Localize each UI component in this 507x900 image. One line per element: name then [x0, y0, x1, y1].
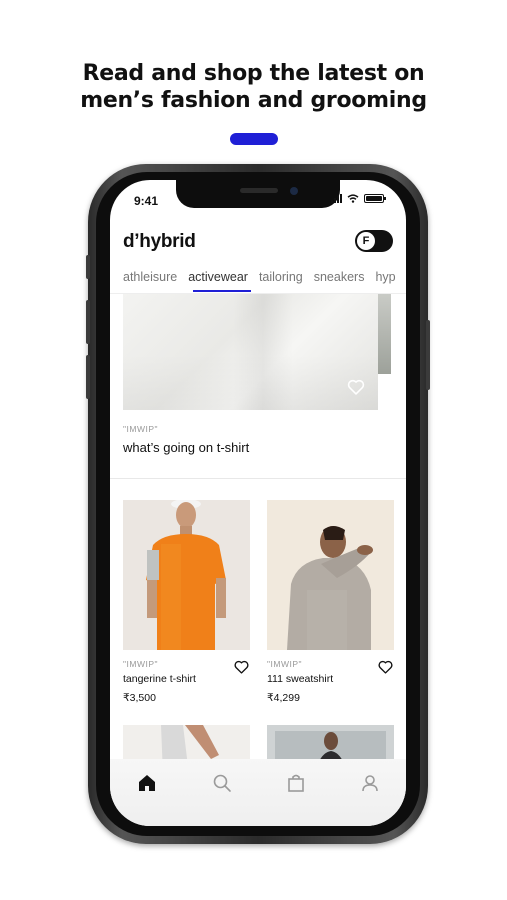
product-brand-tag: "IMWIP" [267, 659, 303, 669]
next-featured-image-peek[interactable] [378, 294, 391, 374]
section-divider [110, 478, 406, 479]
phone-volume-down [86, 355, 90, 399]
headline-line-2: men’s fashion and grooming [80, 88, 427, 113]
profile-icon[interactable] [359, 772, 381, 794]
gender-toggle[interactable]: F [355, 230, 393, 252]
tab-activewear[interactable]: activewear [188, 270, 248, 284]
battery-icon [364, 194, 386, 203]
tangerine-tshirt-illustration [123, 500, 250, 650]
phone-power-button [426, 320, 430, 390]
search-icon[interactable] [211, 772, 233, 794]
heart-icon[interactable] [234, 660, 249, 674]
tab-sneakers[interactable]: sneakers [314, 270, 365, 284]
featured-title[interactable]: what’s going on t-shirt [123, 440, 249, 455]
category-tabs: athleisure activewear tailoring sneakers hyp [123, 270, 406, 284]
app-screen: 9:41 d’hybrid F athleisure activewear tail… [110, 180, 406, 826]
accent-bar [230, 133, 278, 145]
home-icon[interactable] [136, 772, 158, 794]
active-tab-indicator [193, 290, 251, 292]
heart-icon[interactable] [378, 660, 393, 674]
status-icons [331, 194, 386, 203]
bottom-navigation [110, 759, 406, 826]
app-logo[interactable]: d’hybrid [123, 231, 196, 253]
sweatshirt-illustration [267, 500, 394, 650]
featured-product-image[interactable] [123, 294, 378, 410]
product-price: ₹3,500 [123, 692, 156, 704]
featured-brand-tag: "IMWIP" [123, 424, 159, 434]
phone-mute-switch [86, 255, 90, 279]
tab-hype[interactable]: hyp [375, 270, 395, 284]
signal-icon [331, 194, 342, 203]
promo-headline: Read and shop the latest on men’s fashio… [0, 60, 507, 114]
phone-volume-up [86, 300, 90, 344]
status-time: 9:41 [134, 194, 159, 208]
phone-speaker [240, 188, 278, 193]
toggle-knob: F [357, 232, 375, 250]
wifi-icon [347, 194, 359, 203]
phone-notch [176, 180, 340, 208]
product-image-tangerine-tshirt[interactable] [123, 500, 250, 650]
headline-line-1: Read and shop the latest on [82, 61, 425, 86]
product-name[interactable]: tangerine t-shirt [123, 673, 196, 685]
product-price: ₹4,299 [267, 692, 300, 704]
product-brand-tag: "IMWIP" [123, 659, 159, 669]
bag-icon[interactable] [285, 772, 307, 794]
product-name[interactable]: 111 sweatshirt [267, 673, 333, 685]
product-image-111-sweatshirt[interactable] [267, 500, 394, 650]
tab-tailoring[interactable]: tailoring [259, 270, 303, 284]
heart-icon[interactable] [347, 379, 365, 395]
tab-athleisure[interactable]: athleisure [123, 270, 177, 284]
front-camera [290, 187, 298, 195]
